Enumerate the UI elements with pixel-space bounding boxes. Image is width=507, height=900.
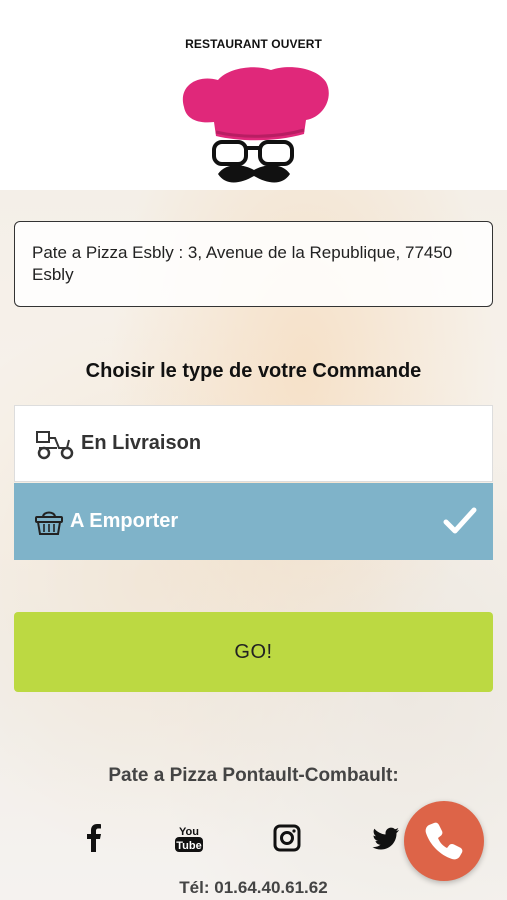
facebook-icon[interactable]: [78, 822, 110, 854]
delivery-option[interactable]: En Livraison: [14, 405, 493, 482]
restaurant-address: Pate a Pizza Esbly : 3, Avenue de la Rep…: [32, 243, 453, 284]
youtube-icon[interactable]: You Tube: [173, 822, 205, 854]
phone-icon: [425, 822, 463, 860]
chef-logo: [182, 67, 329, 183]
phone-number: Tél: 01.64.40.61.62: [179, 878, 328, 897]
scooter-icon: [36, 430, 74, 459]
order-type-title: Choisir le type de votre Commande: [85, 360, 422, 382]
call-button[interactable]: [404, 801, 484, 881]
checkmark-icon: [443, 507, 477, 534]
takeaway-option[interactable]: A Emporter: [14, 483, 493, 560]
svg-text:You: You: [179, 826, 199, 838]
svg-text:Tube: Tube: [176, 840, 201, 852]
twitter-icon[interactable]: [370, 822, 402, 854]
restaurant-address-box: Pate a Pizza Esbly : 3, Avenue de la Rep…: [14, 221, 493, 307]
delivery-option-label: En Livraison: [81, 432, 202, 454]
takeaway-option-label: A Emporter: [70, 510, 179, 532]
header: RESTAURANT OUVERT: [0, 0, 507, 190]
instagram-icon[interactable]: [271, 822, 303, 854]
store-name: Pate a Pizza Pontault-Combault:: [108, 765, 399, 786]
restaurant-status: RESTAURANT OUVERT: [185, 37, 322, 51]
go-button[interactable]: GO!: [14, 612, 493, 692]
basket-icon: [35, 511, 63, 535]
